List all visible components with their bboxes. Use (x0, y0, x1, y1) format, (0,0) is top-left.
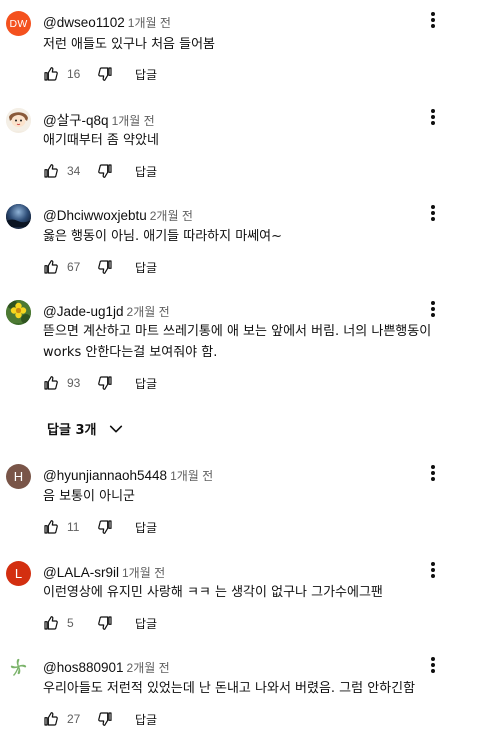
like-count: 5 (67, 616, 74, 630)
comment-time[interactable]: 2개월 전 (127, 305, 170, 319)
avatar[interactable]: L (6, 561, 31, 586)
comment-author[interactable]: @살구-q8q (43, 113, 109, 128)
avatar[interactable] (6, 656, 31, 681)
like-count: 34 (67, 164, 81, 178)
avatar-letter: DW (9, 17, 28, 30)
reply-button[interactable]: 답글 (135, 375, 157, 392)
like-count: 67 (67, 260, 81, 274)
comment-author[interactable]: @hos880901 (43, 660, 124, 675)
reply-button[interactable]: 답글 (135, 66, 157, 83)
like-count: 16 (67, 67, 81, 81)
cartoon-face-icon (6, 108, 31, 133)
comment-author[interactable]: @hyunjiannaoh5448 (43, 468, 167, 483)
more-options-button[interactable] (425, 299, 441, 319)
dislike-icon[interactable] (97, 519, 113, 535)
dislike-icon[interactable] (97, 375, 113, 391)
dislike-icon[interactable] (97, 259, 113, 275)
view-replies-button[interactable]: 답글 3개 (47, 419, 124, 438)
dislike-icon[interactable] (97, 66, 113, 82)
comment-text: 뜯으면 계산하고 마트 쓰레기통에 애 보는 앞에서 버림. 너의 나쁜행동이 … (43, 324, 432, 360)
reply-button[interactable]: 답글 (135, 163, 157, 180)
comment-author[interactable]: @dwseo1102 (43, 15, 125, 30)
yellow-flower-icon (6, 300, 31, 325)
comment-time[interactable]: 1개월 전 (122, 566, 165, 580)
comment-text: 옳은 행동이 아님. 애기들 따라하지 마쎄여~ (43, 229, 283, 244)
like-icon[interactable] (43, 66, 59, 82)
more-options-button[interactable] (425, 560, 441, 580)
avatar[interactable]: DW (6, 11, 31, 36)
comment-text: 저런 애들도 있구나 처음 들어봄 (43, 37, 216, 52)
night-sky-icon (6, 204, 31, 229)
comment-author[interactable]: @Jade-ug1jd (43, 304, 124, 319)
like-count: 93 (67, 376, 81, 390)
comment-text: 이런영상에 유지민 사랑해 ㅋㅋ 는 생각이 없구나 그가수에그팬 (43, 585, 383, 600)
reply-button[interactable]: 답글 (135, 519, 157, 536)
more-options-button[interactable] (425, 107, 441, 127)
more-options-button[interactable] (425, 203, 441, 223)
dislike-icon[interactable] (97, 163, 113, 179)
comment-time[interactable]: 1개월 전 (128, 16, 171, 30)
chevron-down-icon (110, 425, 123, 432)
comment-text: 애기때부터 좀 약았네 (43, 133, 159, 148)
like-count: 27 (67, 712, 81, 726)
avatar[interactable] (6, 204, 31, 229)
more-options-button[interactable] (425, 655, 441, 675)
like-icon[interactable] (43, 519, 59, 535)
more-options-button[interactable] (425, 463, 441, 483)
comment-time[interactable]: 1개월 전 (112, 114, 155, 128)
avatar[interactable] (6, 300, 31, 325)
comment-time[interactable]: 1개월 전 (170, 469, 213, 483)
more-options-button[interactable] (425, 10, 441, 30)
like-count: 11 (67, 520, 80, 534)
dislike-icon[interactable] (97, 615, 113, 631)
comment-text: 음 보통이 아니군 (43, 489, 135, 504)
clover-icon (6, 656, 31, 681)
like-icon[interactable] (43, 259, 59, 275)
reply-button[interactable]: 답글 (135, 615, 157, 632)
comment-author[interactable]: @LALA-sr9il (43, 565, 119, 580)
comment-text: 우리아들도 저런적 있었는데 난 돈내고 나와서 버렸음. 그럼 안하긴함 (43, 681, 416, 696)
comment-author[interactable]: @Dhciwwoxjebtu (43, 208, 147, 223)
like-icon[interactable] (43, 711, 59, 727)
comment-time[interactable]: 2개월 전 (150, 209, 193, 223)
reply-button[interactable]: 답글 (135, 711, 157, 728)
view-replies-label: 답글 3개 (47, 423, 97, 438)
avatar[interactable] (6, 108, 31, 133)
like-icon[interactable] (43, 163, 59, 179)
avatar-letter: L (14, 566, 23, 581)
avatar-letter: H (13, 469, 24, 484)
dislike-icon[interactable] (97, 711, 113, 727)
reply-button[interactable]: 답글 (135, 259, 157, 276)
like-icon[interactable] (43, 375, 59, 391)
like-icon[interactable] (43, 615, 59, 631)
avatar[interactable]: H (6, 464, 31, 489)
comment-time[interactable]: 2개월 전 (127, 661, 170, 675)
